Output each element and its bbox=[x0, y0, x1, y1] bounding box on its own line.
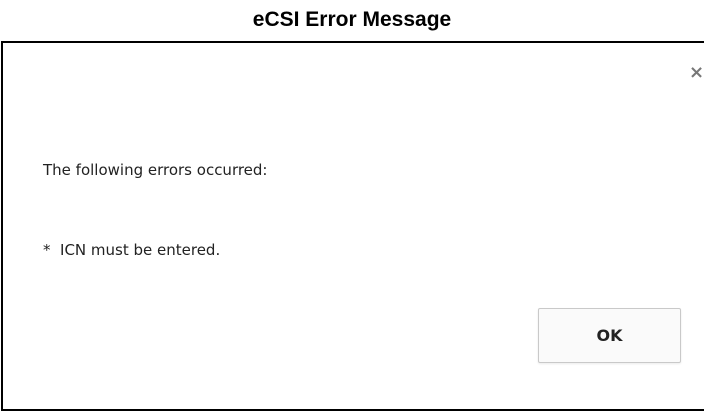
ok-button-label: OK bbox=[596, 326, 623, 345]
error-heading: The following errors occurred: bbox=[43, 161, 268, 179]
error-item: * ICN must be entered. bbox=[43, 241, 221, 259]
page-caption: eCSI Error Message bbox=[252, 8, 452, 31]
ok-button[interactable]: OK bbox=[538, 308, 681, 363]
close-icon[interactable]: × bbox=[689, 63, 704, 83]
